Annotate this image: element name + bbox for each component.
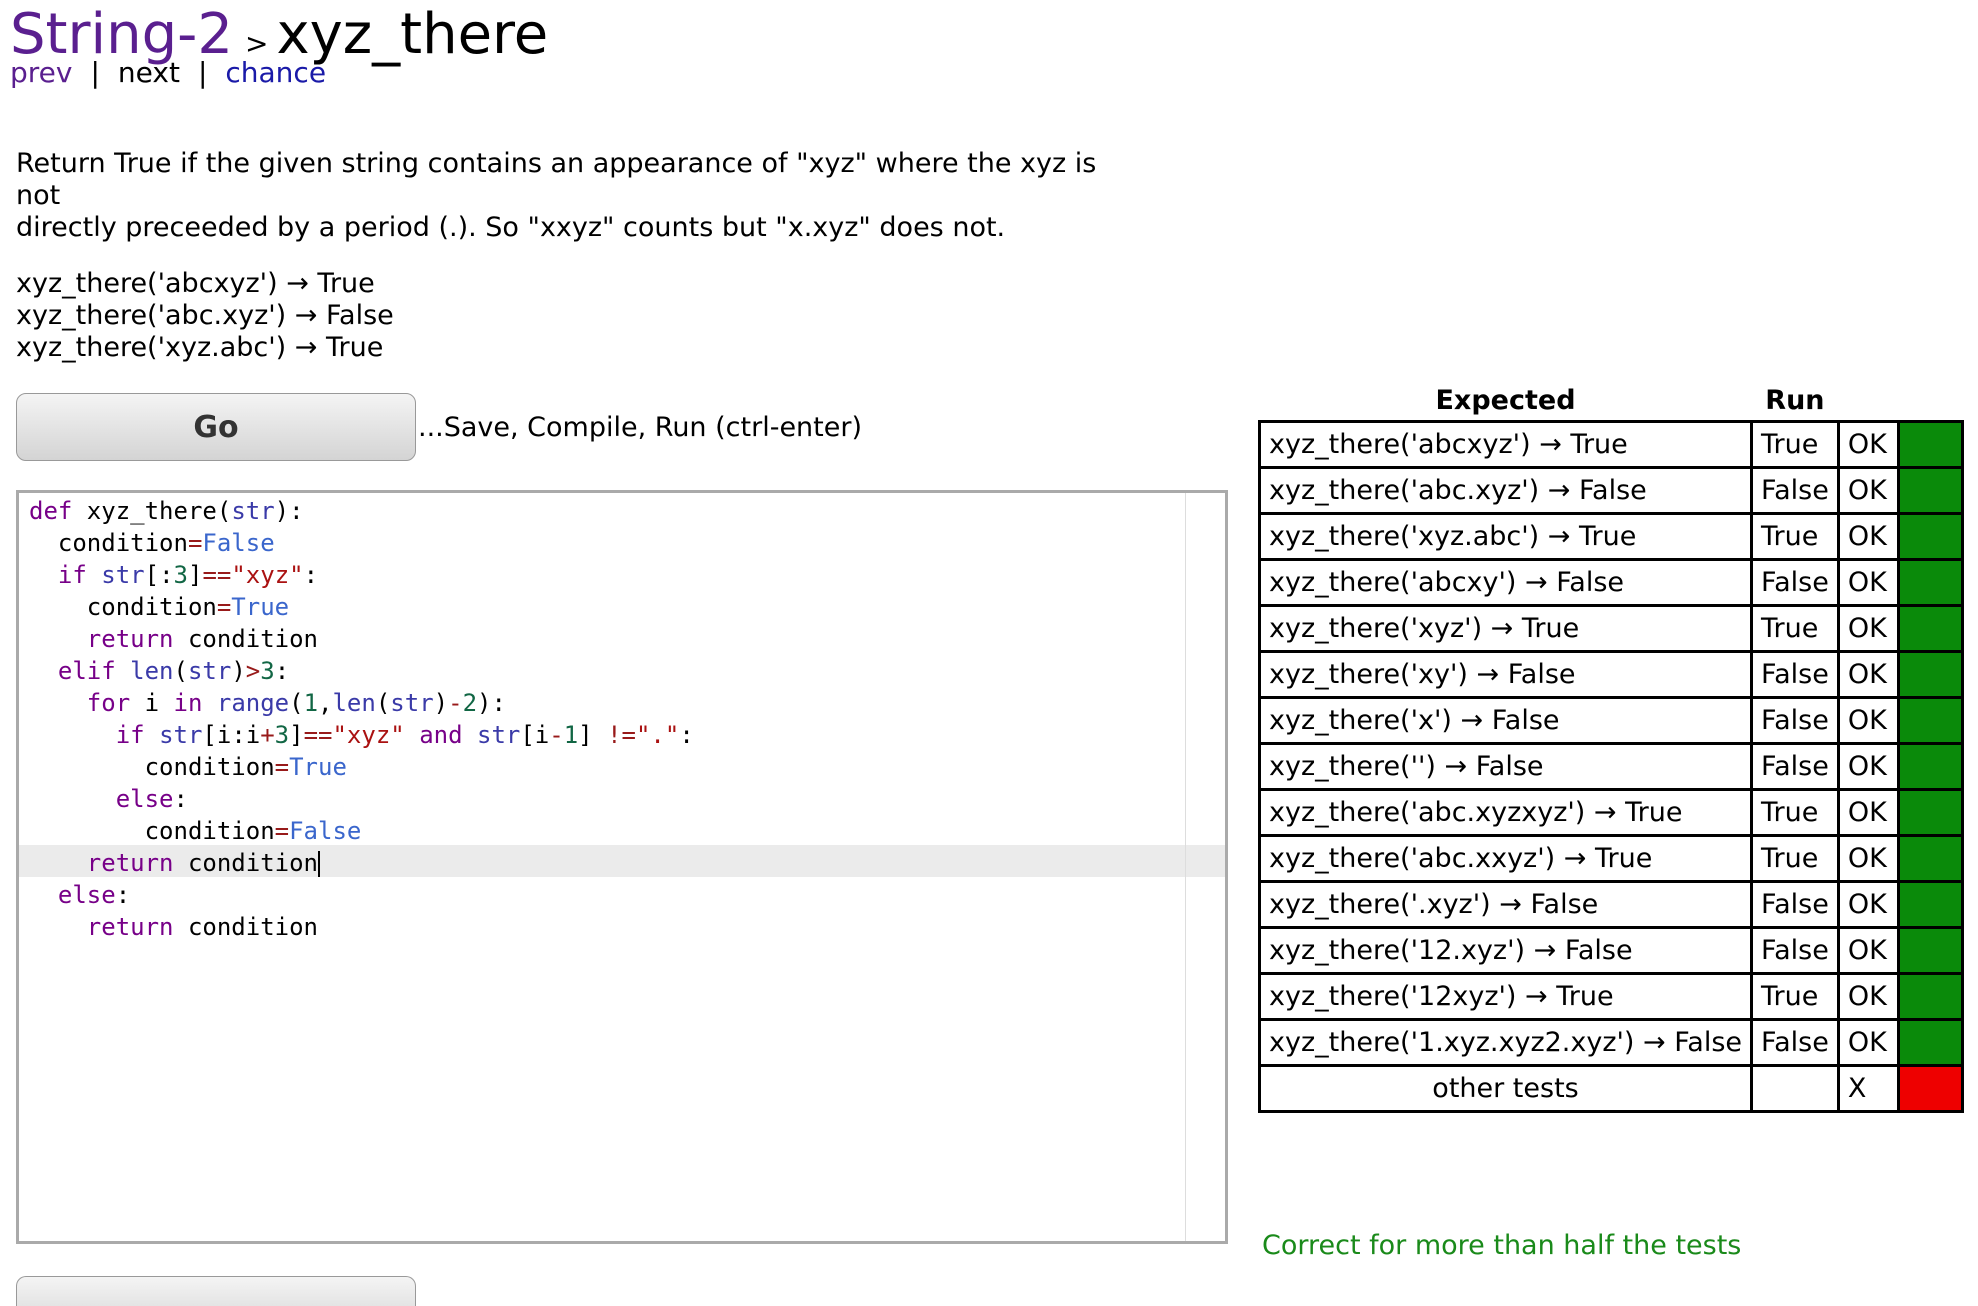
pass-swatch — [1896, 926, 1964, 975]
example-item: xyz_there('abc.xyz') → False — [16, 300, 394, 331]
description-line: Return True if the given string contains… — [16, 148, 1097, 211]
status-cell: OK — [1836, 742, 1900, 791]
run-cell: True — [1750, 604, 1840, 653]
example-item: xyz_there('abcxyz') → True — [16, 268, 375, 299]
run-cell: False — [1750, 466, 1840, 515]
next-link[interactable]: next — [118, 56, 180, 89]
status-cell: OK — [1836, 696, 1900, 745]
run-cell: False — [1750, 696, 1840, 745]
status-cell: OK — [1836, 466, 1900, 515]
chance-link[interactable]: chance — [225, 56, 326, 89]
run-header: Run — [1765, 384, 1825, 416]
expected-cell: xyz_there('.xyz') → False — [1257, 880, 1754, 929]
status-cell: OK — [1836, 604, 1900, 653]
pass-swatch — [1896, 512, 1964, 561]
nav-divider: | — [90, 56, 100, 89]
expected-cell: xyz_there('x') → False — [1257, 696, 1754, 745]
run-cell: False — [1750, 1018, 1840, 1067]
result-row: xyz_there('12xyz') → True True OK — [1257, 972, 1964, 1021]
code-text[interactable]: def xyz_there(str): condition=False if s… — [29, 495, 694, 943]
pass-swatch — [1896, 696, 1964, 745]
run-cell: True — [1750, 788, 1840, 837]
print-margin — [1185, 493, 1186, 1241]
run-cell — [1750, 1064, 1840, 1113]
examples-list: xyz_there('abcxyz') → True xyz_there('ab… — [16, 268, 394, 364]
result-row: xyz_there('abc.xxyz') → True True OK — [1257, 834, 1964, 883]
status-cell: OK — [1836, 650, 1900, 699]
status-cell: OK — [1836, 420, 1900, 469]
problem-nav: prev | next | chance — [10, 56, 326, 89]
secondary-button[interactable] — [16, 1276, 416, 1306]
expected-cell: xyz_there('12.xyz') → False — [1257, 926, 1754, 975]
expected-header: Expected — [1435, 384, 1576, 416]
expected-cell: xyz_there('abc.xyz') → False — [1257, 466, 1754, 515]
pass-swatch — [1896, 1018, 1964, 1067]
pass-swatch — [1896, 742, 1964, 791]
result-row: xyz_there('abcxyz') → True True OK — [1257, 420, 1964, 469]
status-cell: OK — [1836, 926, 1900, 975]
result-row: xyz_there('12.xyz') → False False OK — [1257, 926, 1964, 975]
text-cursor — [318, 851, 320, 877]
expected-cell: xyz_there('abcxy') → False — [1257, 558, 1754, 607]
code-editor[interactable]: def xyz_there(str): condition=False if s… — [16, 490, 1228, 1244]
pass-swatch — [1896, 466, 1964, 515]
expected-cell: other tests — [1257, 1064, 1754, 1113]
result-row: xyz_there('.xyz') → False False OK — [1257, 880, 1964, 929]
result-row: other tests X — [1257, 1064, 1964, 1113]
expected-cell: xyz_there('12xyz') → True — [1257, 972, 1754, 1021]
run-cell: True — [1750, 972, 1840, 1021]
status-cell: OK — [1836, 558, 1900, 607]
status-cell: OK — [1836, 972, 1900, 1021]
result-row: xyz_there('xyz.abc') → True True OK — [1257, 512, 1964, 561]
pass-swatch — [1896, 604, 1964, 653]
expected-cell: xyz_there('abc.xxyz') → True — [1257, 834, 1754, 883]
pass-swatch — [1896, 650, 1964, 699]
expected-cell: xyz_there('xyz.abc') → True — [1257, 512, 1754, 561]
status-cell: OK — [1836, 788, 1900, 837]
fail-swatch — [1896, 1064, 1964, 1113]
example-item: xyz_there('xyz.abc') → True — [16, 332, 384, 363]
run-cell: False — [1750, 650, 1840, 699]
result-row: xyz_there('1.xyz.xyz2.xyz') → False False… — [1257, 1018, 1964, 1067]
pass-swatch — [1896, 972, 1964, 1021]
pass-swatch — [1896, 880, 1964, 929]
run-cell: False — [1750, 742, 1840, 791]
run-cell: False — [1750, 558, 1840, 607]
status-cell: OK — [1836, 834, 1900, 883]
pass-swatch — [1896, 420, 1964, 469]
expected-cell: xyz_there('abcxyz') → True — [1257, 420, 1754, 469]
expected-cell: xyz_there('abc.xyzxyz') → True — [1257, 788, 1754, 837]
pass-swatch — [1896, 788, 1964, 837]
problem-description: Return True if the given string contains… — [16, 148, 1136, 244]
description-line: directly preceeded by a period (.). So "… — [16, 212, 1006, 243]
status-cell: OK — [1836, 512, 1900, 561]
status-cell: OK — [1836, 1018, 1900, 1067]
run-cell: True — [1750, 834, 1840, 883]
run-cell: False — [1750, 926, 1840, 975]
run-cell: False — [1750, 880, 1840, 929]
go-button[interactable]: Go — [16, 393, 416, 461]
result-row: xyz_there('xyz') → True True OK — [1257, 604, 1964, 653]
run-cell: True — [1750, 512, 1840, 561]
result-row: xyz_there('abc.xyz') → False False OK — [1257, 466, 1964, 515]
status-cell: OK — [1836, 880, 1900, 929]
nav-divider: | — [197, 56, 208, 89]
expected-cell: xyz_there('') → False — [1257, 742, 1754, 791]
expected-cell: xyz_there('xy') → False — [1257, 650, 1754, 699]
status-cell: X — [1836, 1064, 1900, 1113]
pass-swatch — [1896, 834, 1964, 883]
result-row: xyz_there('abc.xyzxyz') → True True OK — [1257, 788, 1964, 837]
result-row: xyz_there('abcxy') → False False OK — [1257, 558, 1964, 607]
expected-cell: xyz_there('1.xyz.xyz2.xyz') → False — [1257, 1018, 1754, 1067]
result-row: xyz_there('xy') → False False OK — [1257, 650, 1964, 699]
result-row: xyz_there('') → False False OK — [1257, 742, 1964, 791]
prev-link[interactable]: prev — [10, 56, 72, 89]
run-cell: True — [1750, 420, 1840, 469]
go-hint: ...Save, Compile, Run (ctrl-enter) — [418, 412, 862, 443]
result-row: xyz_there('x') → False False OK — [1257, 696, 1964, 745]
results-summary: Correct for more than half the tests — [1262, 1230, 1742, 1261]
results-table: Expected Run xyz_there('abcxyz') → True T… — [1257, 380, 1964, 1113]
expected-cell: xyz_there('xyz') → True — [1257, 604, 1754, 653]
pass-swatch — [1896, 558, 1964, 607]
